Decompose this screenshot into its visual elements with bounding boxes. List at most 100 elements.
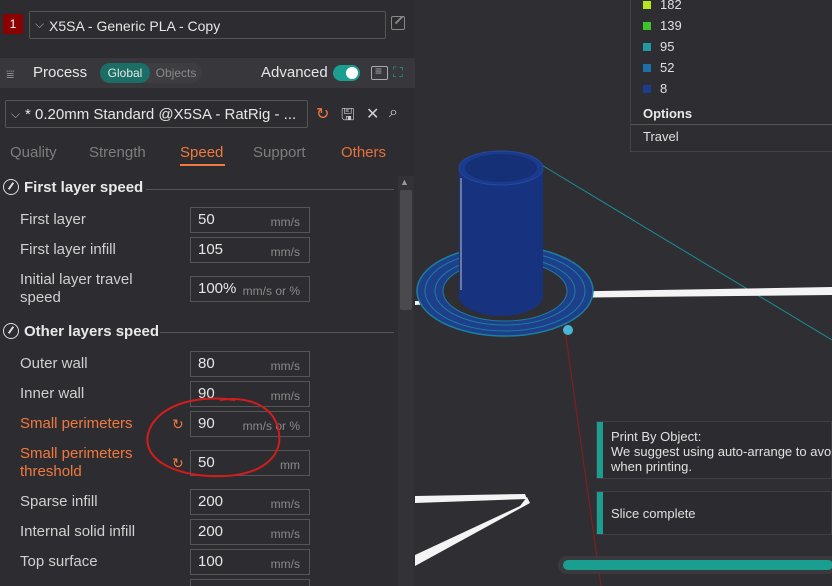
setting-label: First layer infill (20, 241, 116, 258)
3d-preview-viewport[interactable]: 182 139 95 52 8 Options Travel Print By … (415, 0, 832, 586)
setting-row: Top surface 100 mm/s (0, 549, 395, 577)
speed-input[interactable]: 105 mm/s (190, 237, 310, 263)
input-unit: mm/s or % (242, 284, 300, 298)
global-objects-toggle[interactable]: Global Objects (100, 63, 202, 83)
setting-label: First layer (20, 211, 86, 228)
process-header: ⩸ Process Global Objects Advanced ⛶ (0, 58, 415, 88)
scrollbar-thumb[interactable] (400, 190, 412, 310)
cylinder-top-inner (465, 154, 537, 182)
notification-accent (597, 492, 603, 534)
speed-input[interactable] (190, 579, 310, 586)
notification-text: when printing. (611, 459, 692, 474)
annotation-stroke (146, 397, 281, 478)
input-unit: mm/s (270, 359, 300, 373)
legend-value: 182 (660, 0, 682, 12)
legend-value: 52 (660, 60, 675, 75)
setting-row: Internal solid infill 200 mm/s (0, 519, 395, 547)
nozzle-marker (563, 325, 573, 335)
section-divider (146, 189, 394, 190)
legend-swatch (643, 43, 651, 51)
options-title: Options (643, 106, 693, 121)
option-travel[interactable]: Travel (643, 129, 679, 144)
save-icon[interactable]: 🖫 (341, 104, 355, 131)
section-title: Other layers speed (24, 323, 160, 340)
edit-filament-icon[interactable] (391, 16, 405, 30)
chevron-down-icon: ⌵ (11, 107, 21, 121)
scroll-up-icon[interactable]: ▲ (400, 177, 409, 187)
options-divider (631, 124, 832, 125)
input-value: 100% (198, 280, 237, 297)
setting-label: Outer wall (20, 355, 88, 372)
speedometer-icon (3, 179, 19, 195)
setting-row: First layer 50 mm/s (0, 207, 395, 235)
setting-label: Top surface (20, 553, 98, 570)
setting-row: First layer infill 105 mm/s (0, 237, 395, 265)
advanced-switch[interactable] (333, 65, 360, 81)
process-preset-dropdown[interactable]: ⌵ * 0.20mm Standard @X5SA - RatRig - ... (5, 100, 308, 128)
notification-text: We suggest using auto-arrange to avo (611, 444, 832, 459)
tab-support[interactable]: Support (253, 144, 306, 161)
input-value: 105 (198, 241, 224, 258)
speedometer-icon (3, 323, 19, 339)
advanced-label: Advanced (261, 64, 328, 81)
close-icon[interactable]: ✕ (366, 104, 379, 124)
speed-input[interactable]: 100 mm/s (190, 549, 310, 575)
legend-swatch (643, 22, 651, 30)
setting-label-line2: threshold (20, 463, 82, 480)
bed-edge-line (415, 497, 530, 566)
reset-preset-icon[interactable]: ↻ (316, 104, 329, 124)
process-title: Process (33, 64, 88, 81)
setting-label: Initial layer travel (20, 271, 133, 288)
filament-index-badge[interactable]: 1 (3, 14, 23, 34)
filament-preset-dropdown[interactable]: ⌵ X5SA - Generic PLA - Copy (29, 11, 386, 39)
setting-label: Inner wall (20, 385, 85, 402)
color-legend: 182 139 95 52 8 Options Travel (630, 0, 832, 152)
tab-strength[interactable]: Strength (89, 144, 146, 161)
setting-label: Sparse infill (20, 493, 98, 510)
toggle-global[interactable]: Global (100, 63, 150, 83)
input-value: 50 (198, 211, 215, 228)
settings-panel: 1 ⌵ X5SA - Generic PLA - Copy ⩸ Process … (0, 0, 415, 586)
notification-slice-complete: Slice complete (596, 491, 832, 535)
process-icon: ⩸ (6, 66, 15, 82)
search-icon[interactable]: ⌕ (389, 104, 398, 122)
settings-tabs: Quality Strength Speed Support Others (0, 140, 415, 168)
slicing-progress-bar (558, 556, 832, 574)
speed-input[interactable]: 50 mm/s (190, 207, 310, 233)
setting-row-partial (0, 579, 395, 586)
input-value: 200 (198, 523, 224, 540)
input-value: 100 (198, 553, 224, 570)
compare-icon[interactable]: ⛶ (393, 64, 403, 81)
legend-swatch (643, 64, 651, 72)
setting-label-line2: speed (20, 289, 61, 306)
speed-input[interactable]: 200 mm/s (190, 519, 310, 545)
notification-title: Print By Object: (611, 429, 702, 444)
setting-row: Initial layer travel speed 100% mm/s or … (0, 271, 395, 309)
setting-row: Outer wall 80 mm/s (0, 351, 395, 379)
input-value: 200 (198, 493, 224, 510)
legend-swatch (643, 85, 651, 93)
process-preset-row: ⌵ * 0.20mm Standard @X5SA - RatRig - ...… (0, 98, 415, 130)
speed-input[interactable]: 100% mm/s or % (190, 276, 310, 302)
legend-value: 95 (660, 39, 675, 54)
setting-row: Sparse infill 200 mm/s (0, 489, 395, 517)
speed-input[interactable]: 80 mm/s (190, 351, 310, 377)
input-unit: mm/s (270, 497, 300, 511)
speed-input[interactable]: 200 mm/s (190, 489, 310, 515)
legend-swatch (643, 1, 651, 9)
tab-speed[interactable]: Speed (180, 144, 223, 161)
toggle-objects[interactable]: Objects (153, 63, 199, 83)
notification-text: Slice complete (611, 506, 696, 521)
chevron-down-icon: ⌵ (35, 17, 45, 31)
input-value: 80 (198, 355, 215, 372)
input-unit: mm/s (270, 215, 300, 229)
list-icon[interactable] (371, 64, 388, 80)
tab-quality[interactable]: Quality (10, 144, 57, 161)
input-unit: mm/s (270, 245, 300, 259)
tab-others[interactable]: Others (341, 144, 386, 161)
progress-fill (563, 560, 832, 570)
legend-value: 8 (660, 81, 668, 96)
notification-print-by-object: Print By Object: We suggest using auto-a… (596, 421, 832, 479)
cylinder-bottom (459, 276, 543, 316)
setting-label: Small perimeters (20, 445, 133, 462)
